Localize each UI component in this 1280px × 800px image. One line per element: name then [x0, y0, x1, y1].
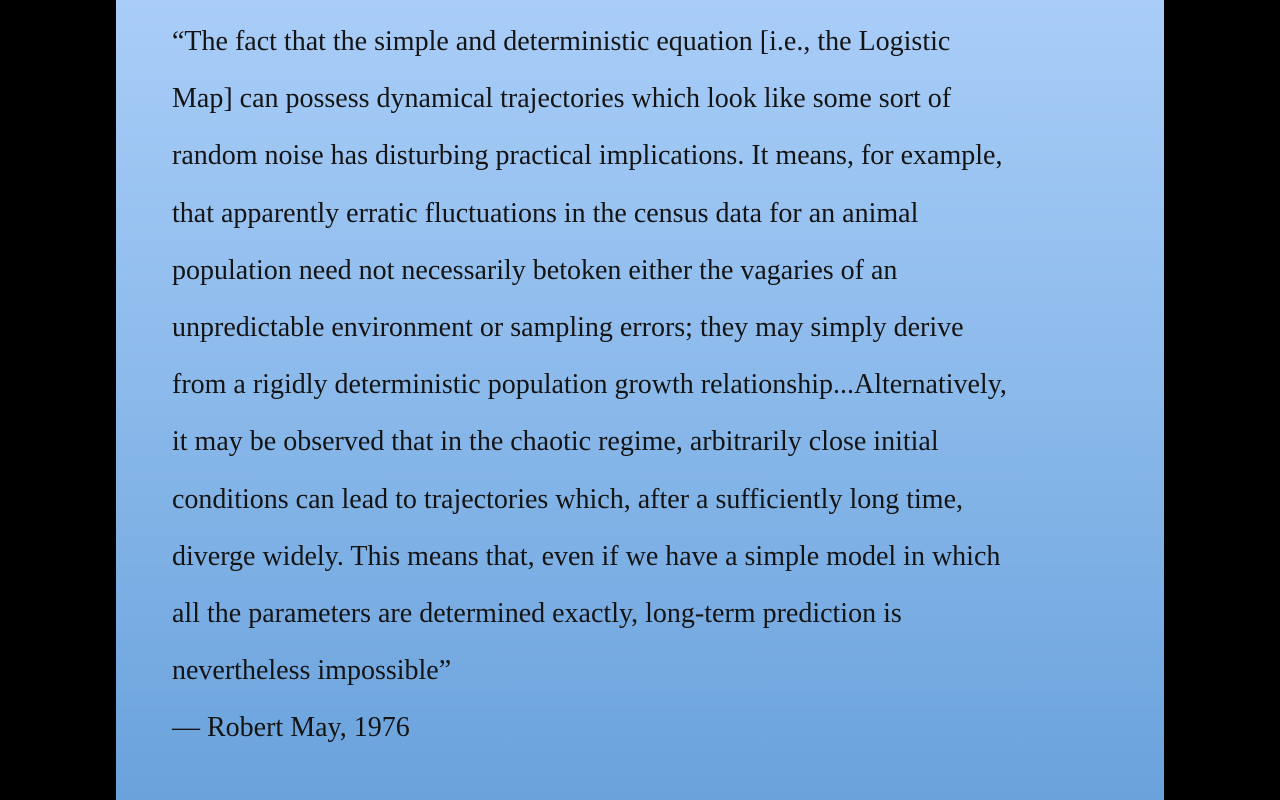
quote-line: random noise has disturbing practical im… [172, 140, 1003, 172]
quote-line: Map] can possess dynamical trajectories … [172, 83, 952, 115]
quote-line: unpredictable environment or sampling er… [172, 312, 964, 344]
quote-line: from a rigidly deterministic population … [172, 369, 1007, 401]
quote-attribution: — Robert May, 1976 [172, 712, 410, 744]
quote-line: that apparently erratic fluctuations in … [172, 197, 919, 229]
quote-line: conditions can lead to trajectories whic… [172, 483, 963, 515]
quote-line: it may be observed that in the chaotic r… [172, 426, 939, 458]
quote-line: diverge widely. This means that, even if… [172, 540, 1001, 572]
slide: “The fact that the simple and determinis… [116, 0, 1164, 800]
quote-line: all the parameters are determined exactl… [172, 598, 902, 630]
quote-line: population need not necessarily betoken … [172, 254, 898, 286]
video-frame: “The fact that the simple and determinis… [0, 0, 1280, 800]
quote-line: “The fact that the simple and determinis… [172, 26, 951, 57]
quote-line: nevertheless impossible” [172, 655, 452, 687]
quote-block: “The fact that the simple and determinis… [172, 13, 1147, 757]
